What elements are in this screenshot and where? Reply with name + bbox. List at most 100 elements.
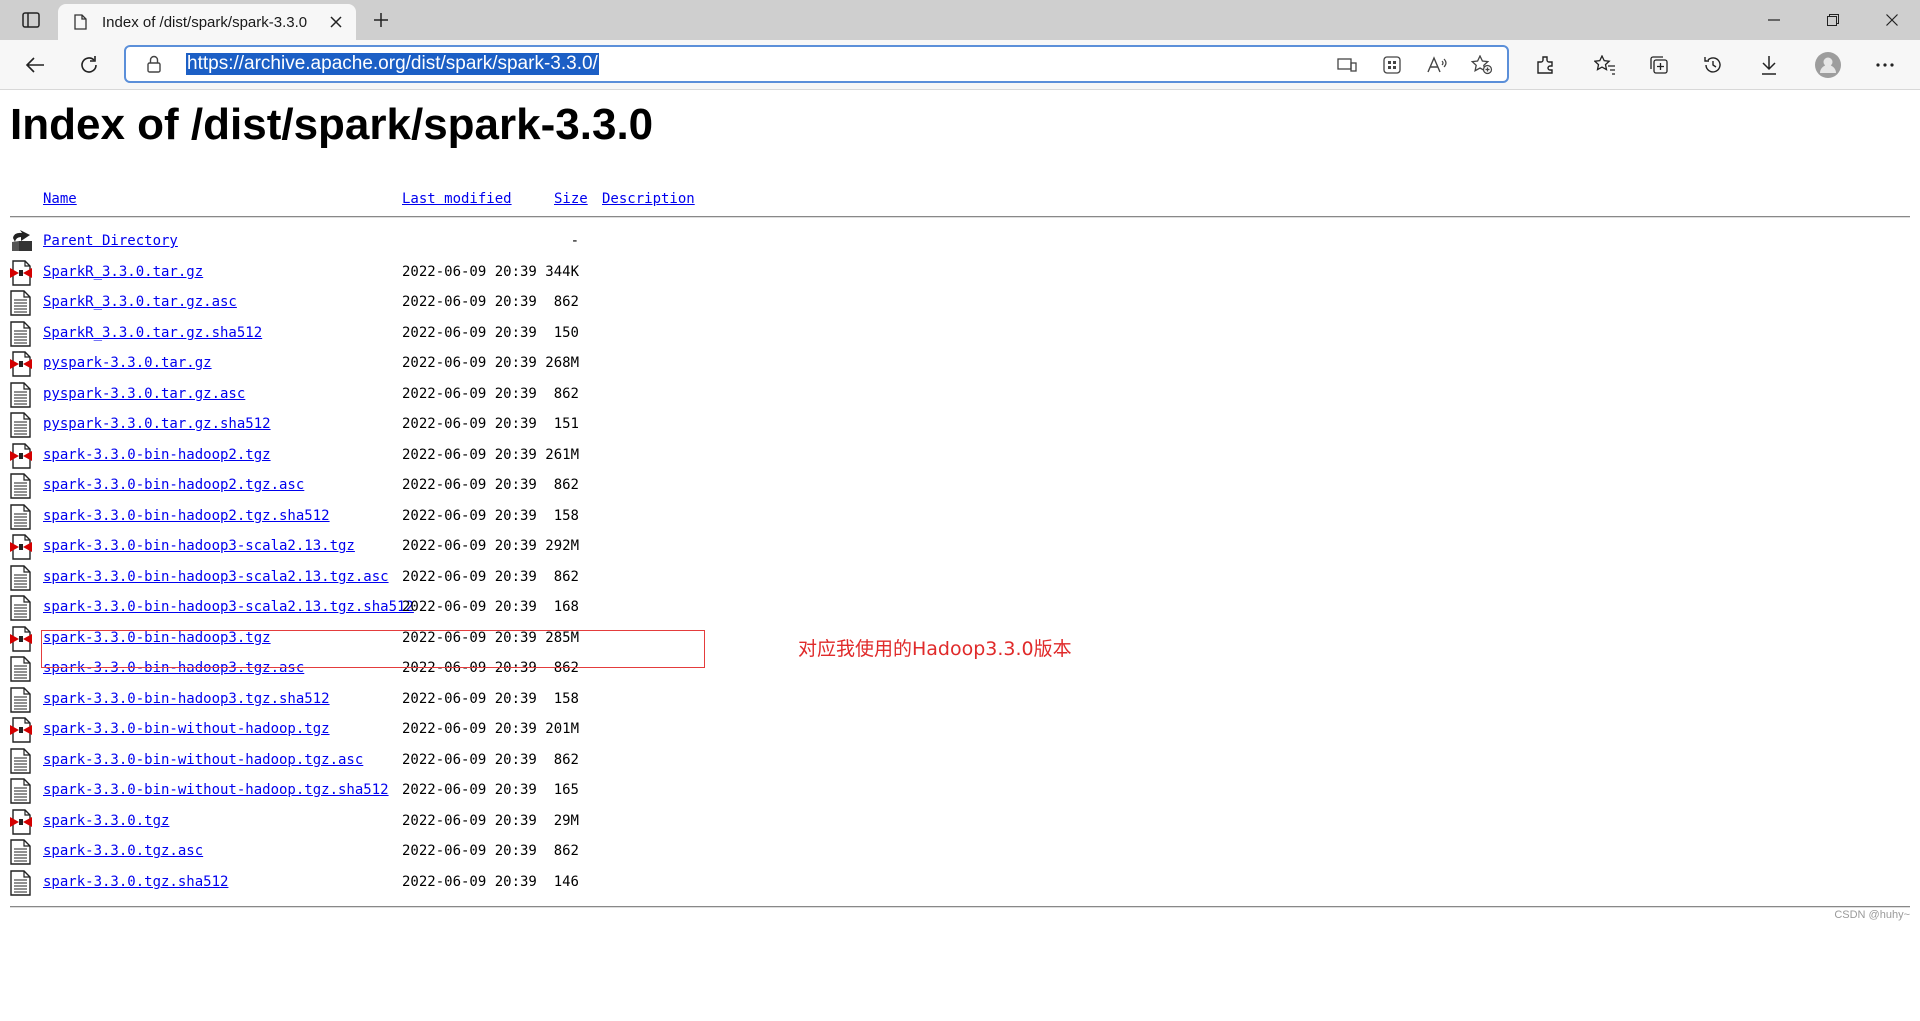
size-cell: 158	[553, 691, 579, 707]
last-modified-cell: 2022-06-09 20:39	[402, 538, 537, 554]
header-divider	[10, 216, 1910, 218]
extensions-icon[interactable]	[1528, 49, 1562, 81]
close-tab-icon[interactable]	[326, 12, 346, 32]
browser-tab[interactable]: Index of /dist/spark/spark-3.3.0	[58, 4, 356, 40]
sort-by-size-link[interactable]: Size	[554, 191, 588, 207]
address-bar[interactable]: https://archive.apache.org/dist/spark/sp…	[124, 45, 1509, 83]
page-title: Index of /dist/spark/spark-3.3.0	[10, 100, 654, 149]
file-link[interactable]: pyspark-3.3.0.tar.gz	[43, 355, 212, 371]
list-item: spark-3.3.0-bin-without-hadoop.tgz 2022-0…	[0, 715, 1920, 745]
size-cell: 344K	[545, 264, 579, 280]
file-link[interactable]: spark-3.3.0.tgz.sha512	[43, 874, 228, 890]
collections-icon[interactable]	[1642, 49, 1676, 81]
size-cell: 150	[553, 325, 579, 341]
refresh-icon[interactable]	[72, 49, 106, 81]
file-link[interactable]: spark-3.3.0.tgz	[43, 813, 169, 829]
page-icon	[72, 13, 88, 31]
size-cell: 261M	[545, 447, 579, 463]
new-tab-button[interactable]	[368, 8, 394, 32]
add-favorite-icon[interactable]	[1469, 53, 1495, 77]
list-item: spark-3.3.0-bin-without-hadoop.tgz.asc 20…	[0, 746, 1920, 776]
text-file-icon	[10, 565, 34, 591]
last-modified-cell: 2022-06-09 20:39	[402, 386, 537, 402]
archive-file-icon	[10, 351, 34, 377]
downloads-icon[interactable]	[1752, 49, 1786, 81]
sort-by-name-link[interactable]: Name	[43, 191, 77, 207]
list-item: spark-3.3.0-bin-hadoop3.tgz.sha512 2022-0…	[0, 685, 1920, 715]
size-cell: 151	[553, 416, 579, 432]
size-cell: -	[570, 233, 579, 249]
file-link[interactable]: SparkR_3.3.0.tar.gz.asc	[43, 294, 237, 310]
file-link[interactable]: spark-3.3.0-bin-without-hadoop.tgz.asc	[43, 752, 363, 768]
size-cell: 292M	[545, 538, 579, 554]
text-file-icon	[10, 382, 34, 408]
back-icon[interactable]	[18, 49, 52, 81]
last-modified-cell: 2022-06-09 20:39	[402, 508, 537, 524]
history-icon[interactable]	[1696, 49, 1730, 81]
file-link[interactable]: spark-3.3.0-bin-hadoop2.tgz.sha512	[43, 508, 330, 524]
text-file-icon	[10, 687, 34, 713]
sort-by-description-link[interactable]: Description	[602, 191, 695, 207]
list-item: spark-3.3.0-bin-without-hadoop.tgz.sha51…	[0, 776, 1920, 806]
last-modified-cell: 2022-06-09 20:39	[402, 569, 537, 585]
text-file-icon	[10, 595, 34, 621]
file-link[interactable]: spark-3.3.0-bin-hadoop2.tgz.asc	[43, 477, 304, 493]
file-link[interactable]: spark-3.3.0.tgz.asc	[43, 843, 203, 859]
app-available-icon[interactable]	[1334, 53, 1360, 77]
text-file-icon	[10, 839, 34, 865]
size-cell: 862	[553, 386, 579, 402]
tab-actions-icon[interactable]	[18, 8, 44, 32]
text-file-icon	[10, 473, 34, 499]
file-link[interactable]: pyspark-3.3.0.tar.gz.sha512	[43, 416, 271, 432]
list-item: spark-3.3.0-bin-hadoop3-scala2.13.tgz.sh…	[0, 593, 1920, 623]
file-link[interactable]: spark-3.3.0-bin-without-hadoop.tgz	[43, 721, 330, 737]
last-modified-cell: 2022-06-09 20:39	[402, 599, 537, 615]
list-item: SparkR_3.3.0.tar.gz.asc 2022-06-09 20:39 8…	[0, 288, 1920, 318]
file-link[interactable]: SparkR_3.3.0.tar.gz.sha512	[43, 325, 262, 341]
page-content: Index of /dist/spark/spark-3.3.0 Name La…	[0, 91, 1920, 1021]
parent-directory-icon	[10, 229, 34, 255]
last-modified-cell: 2022-06-09 20:39	[402, 752, 537, 768]
size-cell: 146	[553, 874, 579, 890]
close-window-icon[interactable]	[1864, 0, 1920, 40]
text-file-icon	[10, 656, 34, 682]
file-link[interactable]: spark-3.3.0-bin-hadoop3.tgz.sha512	[43, 691, 330, 707]
file-link[interactable]: SparkR_3.3.0.tar.gz	[43, 264, 203, 280]
file-link[interactable]: spark-3.3.0-bin-hadoop2.tgz	[43, 447, 271, 463]
minimize-icon[interactable]	[1746, 0, 1802, 40]
profile-avatar-icon[interactable]	[1811, 49, 1845, 81]
archive-file-icon	[10, 443, 34, 469]
file-link[interactable]: spark-3.3.0-bin-hadoop3-scala2.13.tgz.sh…	[43, 599, 414, 615]
apps-grid-icon[interactable]	[1379, 53, 1405, 77]
more-menu-icon[interactable]	[1868, 49, 1902, 81]
lock-icon[interactable]	[146, 55, 164, 73]
column-header-size[interactable]: Size	[554, 191, 588, 207]
size-cell: 165	[553, 782, 579, 798]
file-link[interactable]: spark-3.3.0-bin-hadoop3-scala2.13.tgz	[43, 538, 355, 554]
file-link[interactable]: spark-3.3.0-bin-hadoop3-scala2.13.tgz.as…	[43, 569, 389, 585]
file-link[interactable]: spark-3.3.0-bin-without-hadoop.tgz.sha51…	[43, 782, 389, 798]
list-item: spark-3.3.0-bin-hadoop2.tgz.sha512 2022-0…	[0, 502, 1920, 532]
file-link[interactable]: pyspark-3.3.0.tar.gz.asc	[43, 386, 245, 402]
restore-icon[interactable]	[1805, 0, 1861, 40]
list-item: spark-3.3.0-bin-hadoop3-scala2.13.tgz.as…	[0, 563, 1920, 593]
parent-directory-link[interactable]: Parent Directory	[43, 233, 178, 249]
size-cell: 201M	[545, 721, 579, 737]
last-modified-cell: 2022-06-09 20:39	[402, 294, 537, 310]
list-item: spark-3.3.0.tgz 2022-06-09 20:39 29M	[0, 807, 1920, 837]
read-aloud-icon[interactable]	[1424, 53, 1450, 77]
column-header-name[interactable]: Name	[43, 191, 77, 207]
last-modified-cell: 2022-06-09 20:39	[402, 874, 537, 890]
last-modified-cell: 2022-06-09 20:39	[402, 843, 537, 859]
text-file-icon	[10, 870, 34, 896]
last-modified-cell: 2022-06-09 20:39	[402, 691, 537, 707]
highlight-box	[41, 630, 705, 668]
favorites-icon[interactable]	[1588, 49, 1622, 81]
column-header-description[interactable]: Description	[602, 191, 695, 207]
column-header-last-modified[interactable]: Last modified	[402, 191, 512, 207]
list-item: pyspark-3.3.0.tar.gz.sha512 2022-06-09 20…	[0, 410, 1920, 440]
url-text[interactable]: https://archive.apache.org/dist/spark/sp…	[186, 53, 599, 75]
tab-title: Index of /dist/spark/spark-3.3.0	[102, 13, 308, 31]
sort-by-modified-link[interactable]: Last modified	[402, 191, 512, 207]
size-cell: 862	[553, 477, 579, 493]
